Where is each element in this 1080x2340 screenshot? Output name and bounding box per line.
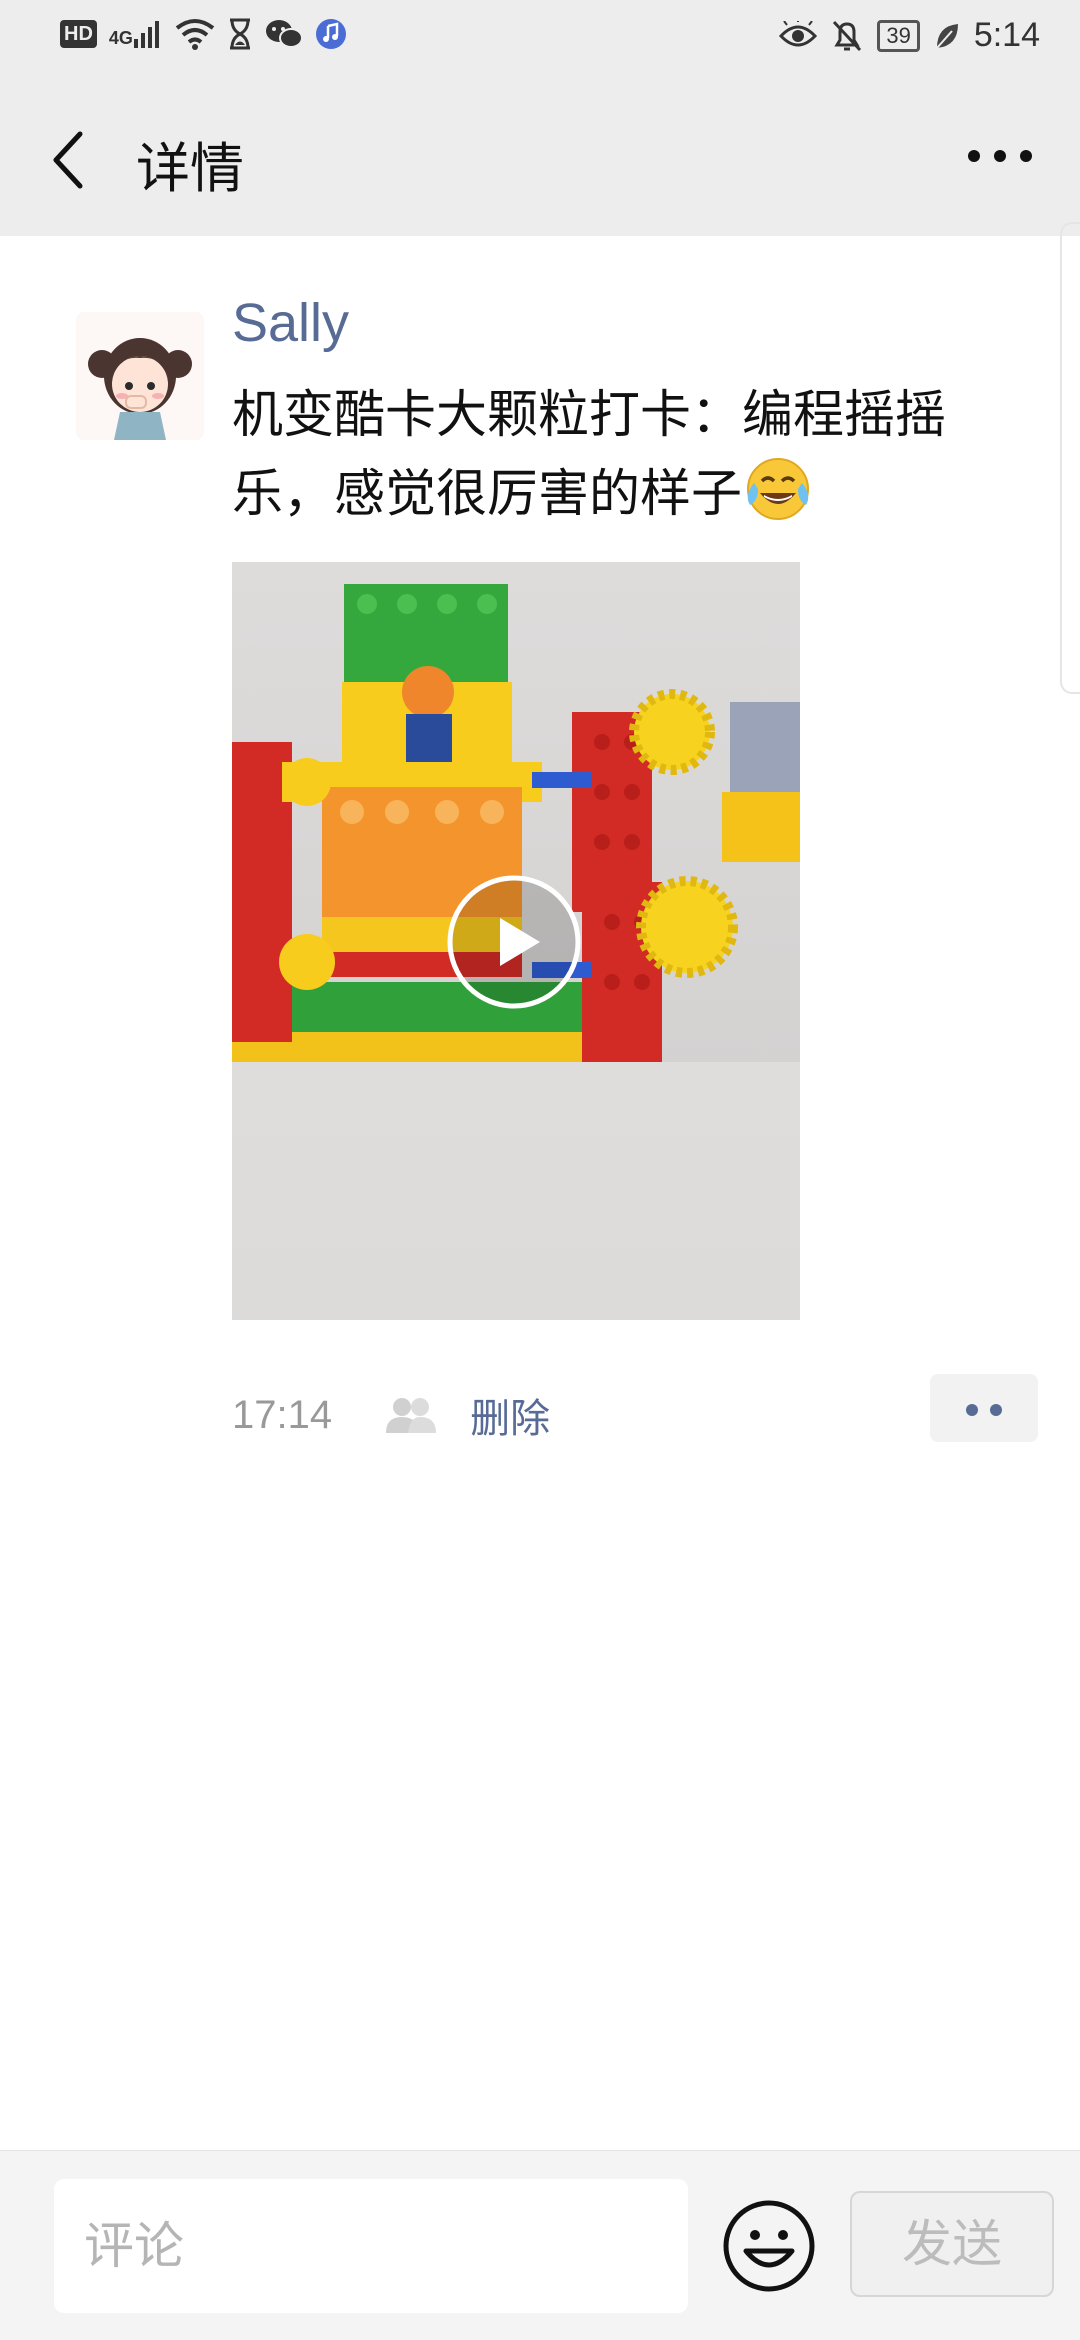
music-icon (315, 19, 346, 49)
send-button[interactable]: 发送 (850, 2191, 1054, 2297)
post-text: 机变酷卡大颗粒打卡：编程摇摇乐，感觉很厉害的样子 (232, 378, 1042, 532)
page-title: 详情 (136, 137, 244, 200)
network-type-label: 4G (108, 28, 133, 48)
comment-bar: 发送 (0, 2150, 1080, 2340)
back-chevron-icon[interactable] (40, 120, 100, 200)
avatar[interactable] (76, 312, 204, 440)
wechat-icon (265, 20, 303, 48)
scroll-edge-indicator (1060, 222, 1080, 694)
play-icon[interactable] (446, 874, 582, 1010)
avatar-girl-illustration (76, 312, 204, 440)
author-name[interactable]: Sally (232, 292, 349, 354)
friends-icon[interactable] (382, 1395, 438, 1435)
two-dots-icon (966, 1404, 978, 1416)
status-left-icons: HD 4G (60, 18, 347, 50)
hourglass-icon (229, 18, 250, 50)
4g-signal-icon: 4G (109, 19, 163, 49)
leaf-icon (936, 23, 958, 49)
wifi-icon (175, 19, 215, 50)
eye-icon (779, 20, 818, 46)
status-time: 5:14 (973, 16, 1040, 54)
status-bar: HD 4G 39 5:14 (0, 0, 1080, 76)
two-dots-action-button[interactable] (930, 1374, 1038, 1442)
smiley-icon[interactable] (722, 2199, 816, 2293)
two-dots-icon (990, 1404, 1002, 1416)
hd-icon: HD (60, 20, 97, 48)
post-text-body: 机变酷卡大颗粒打卡：编程摇摇乐，感觉很厉害的样子 (232, 386, 947, 524)
more-options-icon[interactable] (960, 136, 1040, 176)
post-meta-row: 17:14 删除 (232, 1380, 550, 1450)
nav-bar: 详情 (0, 76, 1080, 236)
delete-link[interactable]: 删除 (470, 1386, 550, 1444)
tears-of-joy-emoji-icon (747, 458, 810, 520)
status-right-icons: 39 5:14 (779, 16, 1040, 55)
mute-bell-icon (833, 20, 862, 51)
comment-input[interactable] (54, 2179, 688, 2313)
video-thumbnail[interactable] (232, 562, 800, 1320)
battery-icon: 39 (877, 19, 920, 52)
post-time: 17:14 (232, 1392, 333, 1437)
